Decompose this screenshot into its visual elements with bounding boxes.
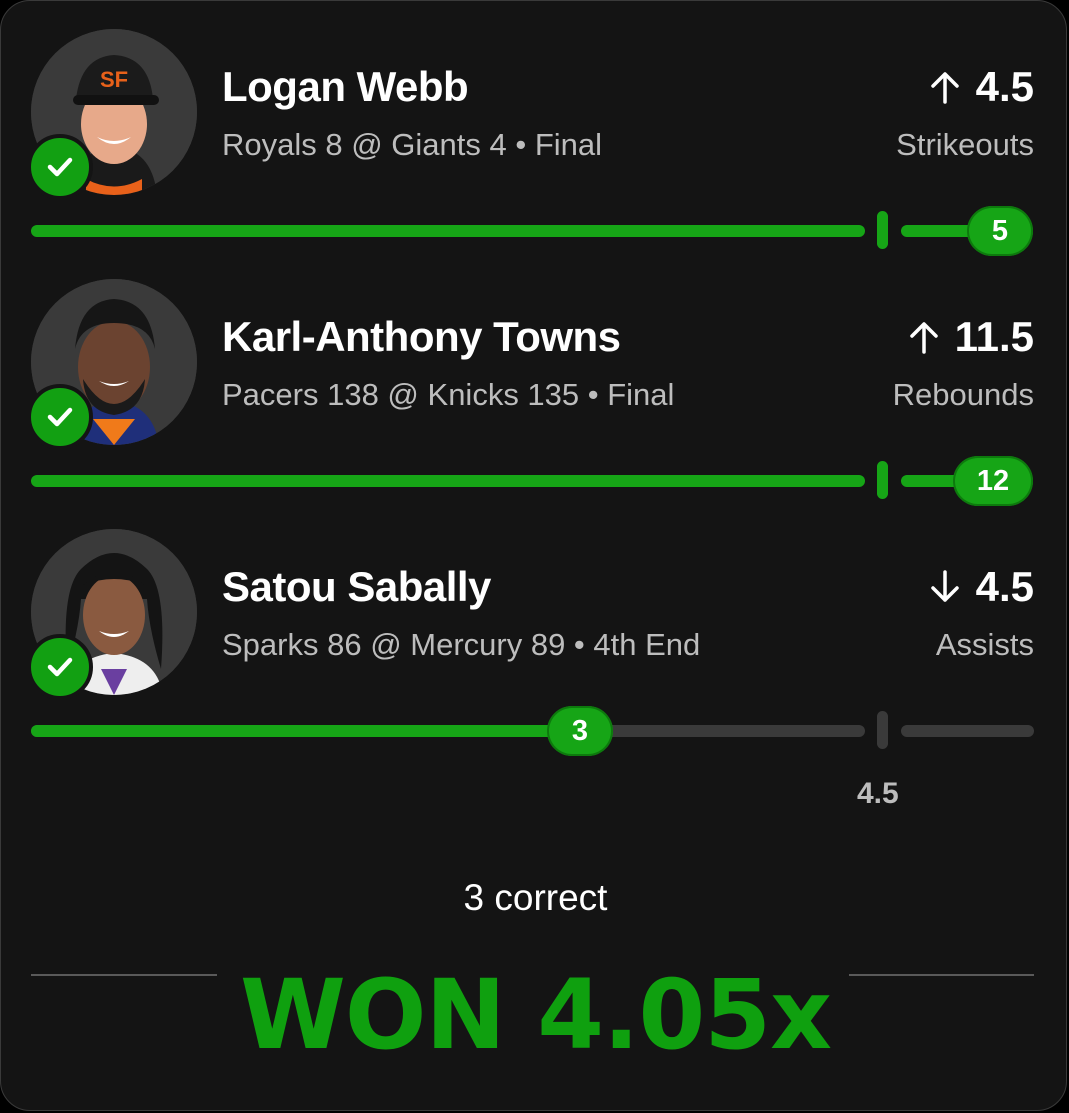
correct-count: 3 correct	[463, 877, 608, 918]
player-name: Satou Sabally	[222, 563, 491, 610]
line-value: 11.5	[954, 313, 1034, 360]
result-badge: 3	[547, 706, 613, 756]
stat-type: Assists	[935, 627, 1034, 662]
pick-row[interactable]: Satou Sabally Sparks 86 @ Mercury 89 • 4…	[1, 501, 1066, 756]
arrow-up-icon	[930, 72, 959, 104]
check-circle-icon	[27, 384, 93, 450]
svg-text:SF: SF	[100, 67, 128, 92]
pick-card: SF Logan Webb Royals 8 @ Giants 4 • Fina…	[0, 0, 1067, 1111]
pick-row[interactable]: Karl-Anthony Towns Pacers 138 @ Knicks 1…	[1, 251, 1066, 506]
stat-type: Rebounds	[892, 377, 1034, 412]
game-status: Pacers 138 @ Knicks 135 • Final	[222, 377, 675, 412]
stat-type: Strikeouts	[896, 127, 1034, 162]
pick-line: 4.5	[928, 563, 1034, 611]
progress-track-end	[901, 725, 1034, 737]
line-marker	[877, 211, 888, 249]
arrow-up-icon	[909, 322, 938, 354]
result-badge: 5	[967, 206, 1033, 256]
pick-line: 4.5	[928, 63, 1034, 111]
line-value: 4.5	[975, 563, 1034, 610]
player-name: Karl-Anthony Towns	[222, 313, 621, 360]
line-marker	[877, 711, 888, 749]
progress-bar	[31, 225, 865, 237]
line-marker	[877, 461, 888, 499]
pick-row[interactable]: SF Logan Webb Royals 8 @ Giants 4 • Fina…	[1, 1, 1066, 256]
check-circle-icon	[27, 134, 93, 200]
result-badge: 12	[953, 456, 1033, 506]
progress-bar	[31, 725, 581, 737]
progress-bar	[31, 475, 865, 487]
pick-line: 11.5	[907, 313, 1034, 361]
check-circle-icon	[27, 634, 93, 700]
game-status: Royals 8 @ Giants 4 • Final	[222, 127, 603, 162]
line-value: 4.5	[975, 63, 1034, 110]
won-payout: WON 4.05x	[239, 959, 832, 1071]
line-marker-label: 4.5	[857, 777, 899, 810]
arrow-down-icon	[930, 570, 959, 602]
player-name: Logan Webb	[222, 63, 469, 110]
game-status: Sparks 86 @ Mercury 89 • 4th End	[222, 627, 701, 662]
